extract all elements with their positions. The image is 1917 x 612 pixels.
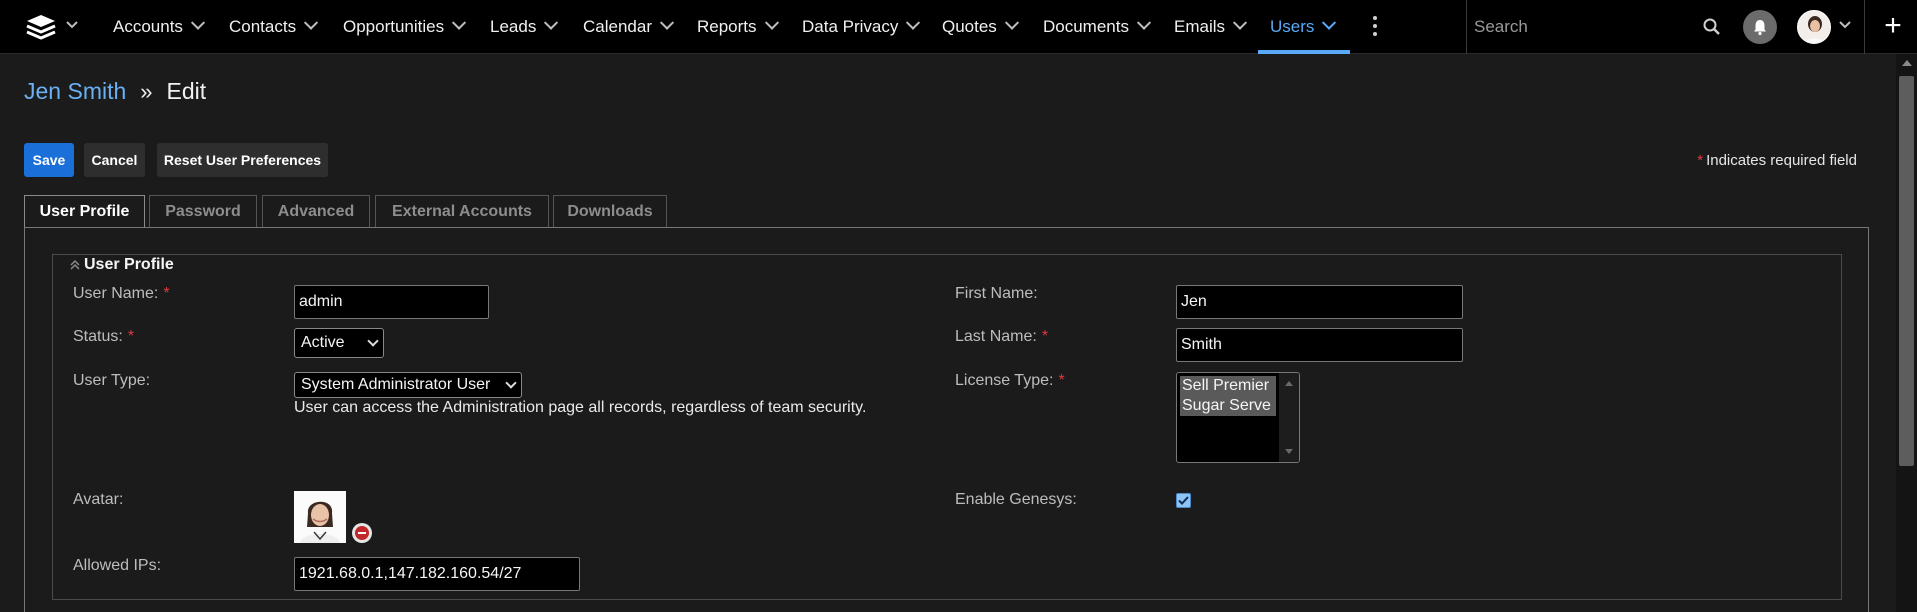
last-name-label: Last Name: * [955,328,1049,345]
save-button[interactable]: Save [24,143,74,177]
chevron-down-icon[interactable] [1004,15,1019,30]
chevron-down-icon[interactable] [1839,20,1851,30]
nav-item-users[interactable]: Users [1270,0,1337,54]
tab-password[interactable]: Password [149,195,257,227]
scroll-down-arrow-icon[interactable] [1285,449,1293,454]
section-header[interactable]: User Profile [68,256,174,274]
required-field-note: * Indicates required field [1697,152,1857,169]
chevron-down-icon [505,377,517,389]
nav-item-calendar[interactable]: Calendar [583,0,675,54]
stack-layers-icon[interactable] [24,13,58,41]
breadcrumb: Jen Smith » Edit [24,78,206,105]
license-option-sell-premier[interactable]: Sell Premier [1180,376,1276,396]
user-name-label: User Name: * [73,285,170,302]
vertical-dots-icon[interactable] [1372,16,1378,38]
status-select[interactable]: Active [294,328,384,358]
chevron-down-icon[interactable] [906,15,921,30]
license-type-listbox[interactable]: Sell Premier Sugar Serve [1176,372,1300,463]
allowed-ips-label: Allowed IPs: [73,557,162,574]
user-type-help-text: User can access the Administration page … [294,399,867,416]
collapse-chevron-icon[interactable] [68,258,82,272]
search-icon[interactable] [1702,17,1722,37]
nav-item-data-privacy[interactable]: Data Privacy [802,0,921,54]
record-name-link[interactable]: Jen Smith [24,78,126,105]
nav-item-reports[interactable]: Reports [697,0,779,54]
top-navigation: Accounts Contacts Opportunities Leads Ca… [0,0,1917,54]
nav-item-leads[interactable]: Leads [490,0,559,54]
nav-item-quotes[interactable]: Quotes [942,0,1019,54]
nav-divider [1864,0,1865,54]
global-search [1466,0,1736,54]
last-name-field[interactable]: Smith [1176,328,1463,362]
enable-genesys-label: Enable Genesys: [955,491,1077,508]
allowed-ips-field[interactable]: 1921.68.0.1,147.182.160.54/27 [294,557,580,591]
chevron-down-icon[interactable] [764,15,779,30]
chevron-down-icon[interactable] [1232,15,1248,30]
cancel-button[interactable]: Cancel [84,143,145,177]
enable-genesys-checkbox[interactable] [1176,493,1191,508]
breadcrumb-separator: » [140,78,153,104]
chevron-down-icon[interactable] [452,15,467,30]
remove-avatar-icon[interactable] [352,523,372,543]
chevron-down-icon[interactable] [190,15,206,30]
tab-user-profile[interactable]: User Profile [24,195,145,228]
scroll-thumb[interactable] [1899,76,1914,466]
tab-downloads[interactable]: Downloads [553,195,667,227]
notifications-button[interactable] [1743,10,1777,44]
active-tab-indicator [1258,50,1350,54]
page-scrollbar[interactable] [1896,54,1917,612]
search-input[interactable] [1466,12,1696,42]
nav-item-opportunities[interactable]: Opportunities [343,0,467,54]
chevron-down-icon[interactable] [544,15,559,30]
avatar-label: Avatar: [73,491,124,508]
first-name-field[interactable]: Jen [1176,285,1463,319]
chevron-down-icon[interactable] [66,20,78,30]
reset-preferences-button[interactable]: Reset User Preferences [157,143,328,177]
chevron-down-icon [367,335,379,347]
user-avatar[interactable] [1797,10,1831,44]
person-photo-icon [1798,11,1830,43]
checkmark-icon [1178,496,1189,505]
bell-icon [1754,20,1766,36]
tab-advanced[interactable]: Advanced [262,195,370,227]
chevron-down-icon[interactable] [1136,15,1152,30]
license-type-label: License Type: * [955,372,1065,389]
chevron-down-icon[interactable] [304,15,319,30]
plus-icon[interactable]: + [1878,10,1908,44]
chevron-down-icon[interactable] [659,15,675,30]
status-label: Status: * [73,328,135,345]
user-name-field[interactable]: admin [294,285,489,319]
page-title: Edit [166,78,207,104]
nav-item-accounts[interactable]: Accounts [113,0,206,54]
nav-item-documents[interactable]: Documents [1043,0,1152,54]
first-name-label: First Name: [955,285,1038,302]
chevron-down-icon[interactable] [1322,15,1337,30]
nav-item-emails[interactable]: Emails [1174,0,1248,54]
scroll-up-arrow-icon[interactable] [1285,381,1293,386]
license-option-sugar-serve[interactable]: Sugar Serve [1180,396,1276,416]
nav-item-contacts[interactable]: Contacts [229,0,319,54]
avatar-image[interactable] [294,491,346,543]
tab-external-accounts[interactable]: External Accounts [375,195,549,227]
listbox-scrollbar[interactable] [1279,373,1299,462]
scroll-up-arrow-icon[interactable] [1902,60,1912,66]
user-type-select[interactable]: System Administrator User [294,372,522,398]
user-type-label: User Type: [73,372,151,389]
person-photo-icon [294,491,346,543]
